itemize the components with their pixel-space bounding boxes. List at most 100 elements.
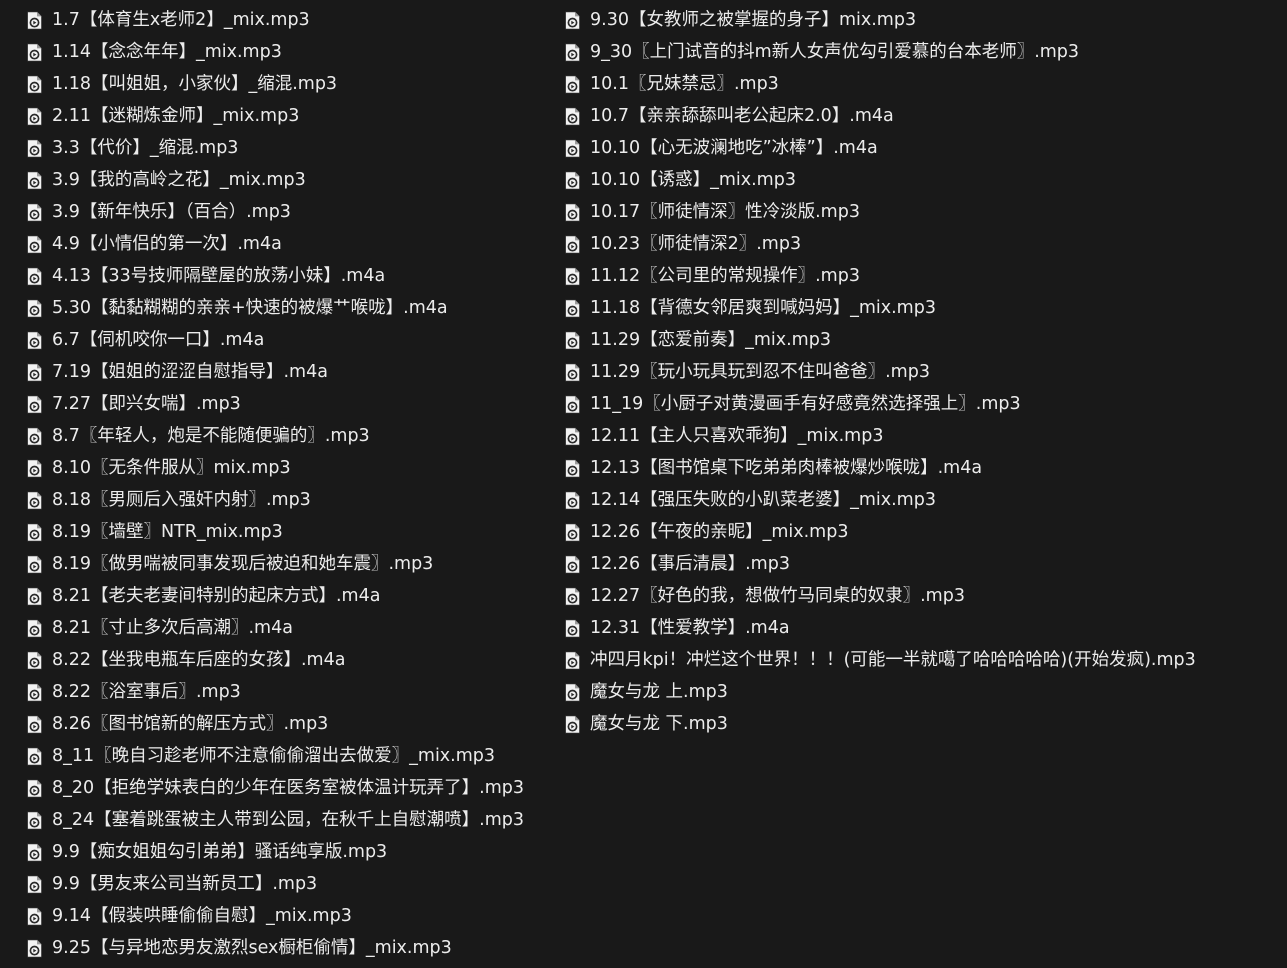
file-item[interactable]: 10.1〖兄妹禁忌〗.mp3	[564, 68, 1284, 100]
file-name: 12.26【事后清晨】.mp3	[590, 554, 790, 574]
file-name: 12.27〖好色的我，想做竹马同桌的奴隶〗.mp3	[590, 586, 965, 606]
file-item[interactable]: 11.12〖公司里的常规操作〗.mp3	[564, 260, 1284, 292]
audio-file-icon	[565, 106, 580, 126]
audio-file-icon	[565, 266, 580, 286]
file-name: 8.10〖无条件服从〗mix.mp3	[52, 458, 291, 478]
file-item[interactable]: 1.18【叫姐姐，小家伙】_缩混.mp3	[26, 68, 546, 100]
file-item[interactable]: 8.18〖男厕后入强奸内射〗.mp3	[26, 484, 546, 516]
file-item[interactable]: 10.23〖师徒情深2〗.mp3	[564, 228, 1284, 260]
file-item[interactable]: 8.22【坐我电瓶车后座的女孩】.m4a	[26, 644, 546, 676]
file-item[interactable]: 8.7〖年轻人，炮是不能随便骗的〗.mp3	[26, 420, 546, 452]
file-name: 8_24【塞着跳蛋被主人带到公园，在秋千上自慰潮喷】.mp3	[52, 810, 525, 830]
file-item[interactable]: 2.11【迷糊炼金师】_mix.mp3	[26, 100, 546, 132]
file-name: 8.18〖男厕后入强奸内射〗.mp3	[52, 490, 311, 510]
file-name: 8.7〖年轻人，炮是不能随便骗的〗.mp3	[52, 426, 370, 446]
file-item[interactable]: 12.11【主人只喜欢乖狗】_mix.mp3	[564, 420, 1284, 452]
file-item[interactable]: 7.27【即兴女喘】.mp3	[26, 388, 546, 420]
audio-file-icon	[565, 490, 580, 510]
file-item[interactable]: 4.13【33号技师隔壁屋的放荡小妹】.m4a	[26, 260, 546, 292]
file-item[interactable]: 10.7【亲亲舔舔叫老公起床2.0】.m4a	[564, 100, 1284, 132]
audio-file-icon	[565, 426, 580, 446]
file-item[interactable]: 魔女与龙 下.mp3	[564, 708, 1284, 740]
file-name: 3.3【代价】_缩混.mp3	[52, 138, 239, 158]
file-item[interactable]: 12.27〖好色的我，想做竹马同桌的奴隶〗.mp3	[564, 580, 1284, 612]
audio-file-icon	[27, 778, 42, 798]
file-item[interactable]: 8.19〖墙壁〗NTR_mix.mp3	[26, 516, 546, 548]
file-name: 11.18【背德女邻居爽到喊妈妈】_mix.mp3	[590, 298, 936, 318]
file-item[interactable]: 8.21【老夫老妻间特别的起床方式】.m4a	[26, 580, 546, 612]
file-item[interactable]: 8_20【拒绝学妹表白的少年在医务室被体温计玩弄了】.mp3	[26, 772, 546, 804]
file-item[interactable]: 8_24【塞着跳蛋被主人带到公园，在秋千上自慰潮喷】.mp3	[26, 804, 546, 836]
audio-file-icon	[27, 106, 42, 126]
file-item[interactable]: 9_30〖上门试音的抖m新人女声优勾引爱慕的台本老师〗.mp3	[564, 36, 1284, 68]
file-name: 魔女与龙 下.mp3	[590, 714, 728, 734]
file-item[interactable]: 11.18【背德女邻居爽到喊妈妈】_mix.mp3	[564, 292, 1284, 324]
audio-file-icon	[565, 330, 580, 350]
file-name: 10.10【心无波澜地吃”冰棒”】.m4a	[590, 138, 878, 158]
file-item[interactable]: 8.26〖图书馆新的解压方式〗.mp3	[26, 708, 546, 740]
file-item[interactable]: 8_11〖晚自习趁老师不注意偷偷溜出去做爱〗_mix.mp3	[26, 740, 546, 772]
audio-file-icon	[27, 138, 42, 158]
audio-file-icon	[27, 906, 42, 926]
audio-file-icon	[565, 714, 580, 734]
file-item[interactable]: 1.14【念念年年】_mix.mp3	[26, 36, 546, 68]
audio-file-icon	[565, 682, 580, 702]
audio-file-icon	[27, 522, 42, 542]
audio-file-icon	[27, 10, 42, 30]
file-item[interactable]: 8.10〖无条件服从〗mix.mp3	[26, 452, 546, 484]
file-name: 8.21〖寸止多次后高潮〗.m4a	[52, 618, 293, 638]
file-column-left: 1.7【体育生x老师2】_mix.mp3 1.14【念念年年】_mix.mp3 …	[26, 4, 546, 964]
audio-file-icon	[27, 714, 42, 734]
audio-file-icon	[27, 458, 42, 478]
file-list: 1.7【体育生x老师2】_mix.mp3 1.14【念念年年】_mix.mp3 …	[0, 4, 1287, 968]
file-item[interactable]: 3.3【代价】_缩混.mp3	[26, 132, 546, 164]
file-item[interactable]: 8.22〖浴室事后〗.mp3	[26, 676, 546, 708]
file-item[interactable]: 5.30【黏黏糊糊的亲亲+快速的被爆艹喉咙】.m4a	[26, 292, 546, 324]
file-item[interactable]: 8.21〖寸止多次后高潮〗.m4a	[26, 612, 546, 644]
file-item[interactable]: 10.17〖师徒情深〗性冷淡版.mp3	[564, 196, 1284, 228]
file-item[interactable]: 12.31【性爱教学】.m4a	[564, 612, 1284, 644]
audio-file-icon	[27, 298, 42, 318]
audio-file-icon	[27, 394, 42, 414]
file-item[interactable]: 12.26【午夜的亲昵】_mix.mp3	[564, 516, 1284, 548]
file-item[interactable]: 9.9【男友来公司当新员工】.mp3	[26, 868, 546, 900]
audio-file-icon	[27, 362, 42, 382]
file-name: 12.26【午夜的亲昵】_mix.mp3	[590, 522, 849, 542]
file-item[interactable]: 3.9【新年快乐】（百合）.mp3	[26, 196, 546, 228]
file-item[interactable]: 1.7【体育生x老师2】_mix.mp3	[26, 4, 546, 36]
file-item[interactable]: 12.13【图书馆桌下吃弟弟肉棒被爆炒喉咙】.m4a	[564, 452, 1284, 484]
file-item[interactable]: 魔女与龙 上.mp3	[564, 676, 1284, 708]
file-item[interactable]: 9.25【与异地恋男友激烈sex橱柜偷情】_mix.mp3	[26, 932, 546, 964]
file-item[interactable]: 11.29〖玩小玩具玩到忍不住叫爸爸〗.mp3	[564, 356, 1284, 388]
audio-file-icon	[27, 938, 42, 958]
file-item[interactable]: 6.7【伺机咬你一口】.m4a	[26, 324, 546, 356]
file-item[interactable]: 12.14【强压失败的小趴菜老婆】_mix.mp3	[564, 484, 1284, 516]
file-item[interactable]: 8.19〖做男喘被同事发现后被迫和她车震〗.mp3	[26, 548, 546, 580]
file-name: 3.9【我的高岭之花】_mix.mp3	[52, 170, 306, 190]
file-item[interactable]: 3.9【我的高岭之花】_mix.mp3	[26, 164, 546, 196]
file-name: 9.9【男友来公司当新员工】.mp3	[52, 874, 318, 894]
audio-file-icon	[565, 10, 580, 30]
file-name: 11.12〖公司里的常规操作〗.mp3	[590, 266, 860, 286]
file-name: 3.9【新年快乐】（百合）.mp3	[52, 202, 291, 222]
file-item[interactable]: 10.10【诱惑】_mix.mp3	[564, 164, 1284, 196]
file-item[interactable]: 4.9【小情侣的第一次】.m4a	[26, 228, 546, 260]
file-item[interactable]: 9.9【痴女姐姐勾引弟弟】骚话纯享版.mp3	[26, 836, 546, 868]
audio-file-icon	[565, 650, 580, 670]
file-name: 7.19【姐姐的涩涩自慰指导】.m4a	[52, 362, 328, 382]
file-name: 8.19〖做男喘被同事发现后被迫和她车震〗.mp3	[52, 554, 434, 574]
file-item[interactable]: 11_19〖小厨子对黄漫画手有好感竟然选择强上〗.mp3	[564, 388, 1284, 420]
file-name: 8.22〖浴室事后〗.mp3	[52, 682, 241, 702]
file-item[interactable]: 冲四月kpi！冲烂这个世界！！！(可能一半就噶了哈哈哈哈哈)(开始发疯).mp3	[564, 644, 1284, 676]
file-name: 8.19〖墙壁〗NTR_mix.mp3	[52, 522, 283, 542]
file-item[interactable]: 11.29【恋爱前奏】_mix.mp3	[564, 324, 1284, 356]
file-item[interactable]: 9.14【假装哄睡偷偷自慰】_mix.mp3	[26, 900, 546, 932]
audio-file-icon	[565, 42, 580, 62]
file-item[interactable]: 7.19【姐姐的涩涩自慰指导】.m4a	[26, 356, 546, 388]
audio-file-icon	[565, 554, 580, 574]
file-item[interactable]: 9.30【女教师之被掌握的身子】mix.mp3	[564, 4, 1284, 36]
audio-file-icon	[27, 202, 42, 222]
file-item[interactable]: 10.10【心无波澜地吃”冰棒”】.m4a	[564, 132, 1284, 164]
file-item[interactable]: 12.26【事后清晨】.mp3	[564, 548, 1284, 580]
audio-file-icon	[27, 618, 42, 638]
